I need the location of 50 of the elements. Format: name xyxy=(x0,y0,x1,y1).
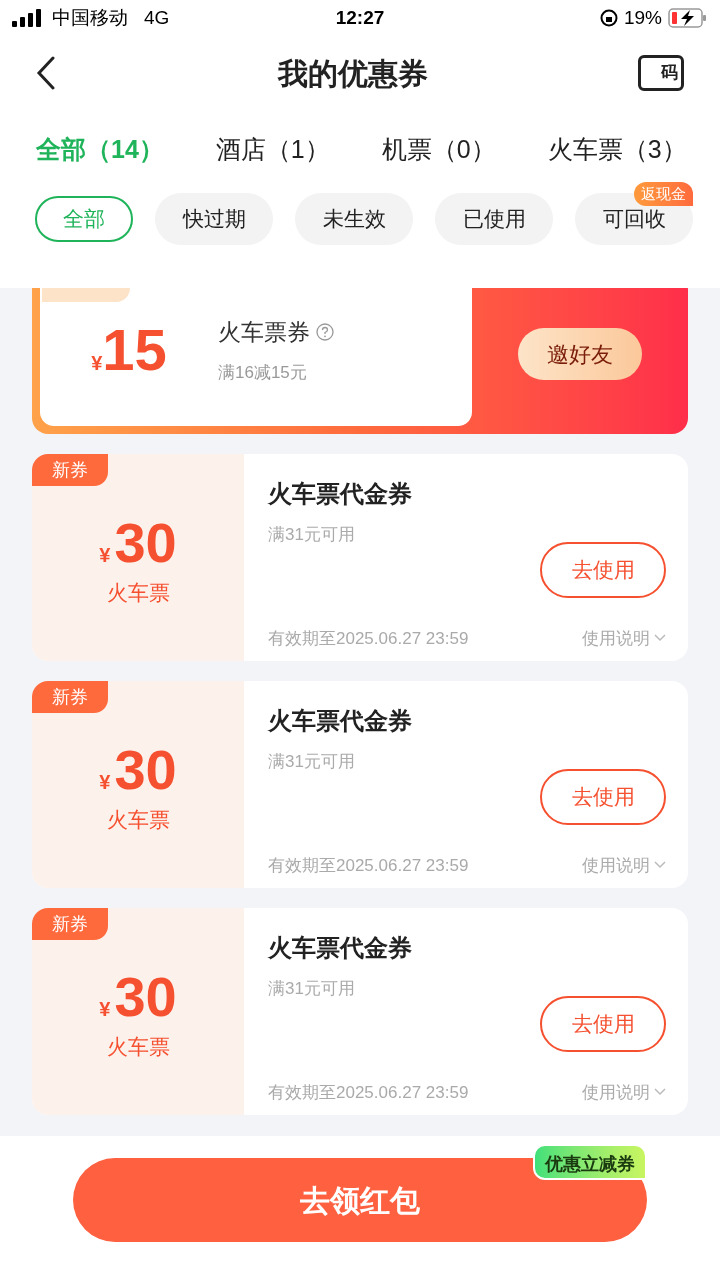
rotation-lock-icon xyxy=(599,9,618,27)
battery-icon xyxy=(668,8,708,28)
category-tab[interactable]: 机票（0） xyxy=(381,131,496,169)
currency-symbol: ¥ xyxy=(99,996,111,1022)
promo-rule: 满16减15元 xyxy=(218,361,308,384)
code-button[interactable]: 码 xyxy=(638,55,684,91)
category-tab[interactable]: 火车票（3） xyxy=(547,131,687,169)
coupon-amount: 30 xyxy=(114,968,177,1025)
coupon-rule: 满31元可用 xyxy=(268,751,356,773)
coupon-amount: 30 xyxy=(114,741,177,798)
category-tab[interactable]: 酒店（1） xyxy=(215,131,330,169)
use-button[interactable]: 去使用 xyxy=(540,995,666,1052)
new-tag: 新券 xyxy=(32,681,108,713)
validity-date: 有效期至2025.06.27 23:59 xyxy=(268,1081,469,1104)
currency-symbol: ¥ xyxy=(99,542,111,568)
use-button[interactable]: 去使用 xyxy=(540,541,666,598)
coupon-title: 火车票代金券 xyxy=(268,479,413,509)
network-type: 4G xyxy=(144,5,170,30)
filter-chip[interactable]: 未生效 xyxy=(295,193,413,245)
coupon-category: 火车票 xyxy=(106,806,170,833)
chevron-down-icon xyxy=(654,1088,666,1097)
currency-symbol: ¥ xyxy=(99,769,111,795)
discount-badge: 优惠立减券 xyxy=(533,1144,647,1180)
coupon-rule: 满31元可用 xyxy=(268,978,356,1000)
page-title: 我的优惠券 xyxy=(278,55,428,92)
help-icon[interactable] xyxy=(316,323,334,342)
invite-button[interactable]: 邀好友 xyxy=(518,328,642,380)
carrier-name: 中国移动 xyxy=(52,5,128,30)
validity-date: 有效期至2025.06.27 23:59 xyxy=(268,627,469,650)
currency-symbol: ¥ xyxy=(91,352,103,376)
coupon-title: 火车票代金券 xyxy=(268,706,413,736)
coupon-rule: 满31元可用 xyxy=(268,524,356,546)
coupon-title: 火车票代金券 xyxy=(268,933,413,963)
filter-chip[interactable]: 快过期 xyxy=(155,193,273,245)
promo-name: 火车票券 xyxy=(218,318,310,347)
validity-date: 有效期至2025.06.27 23:59 xyxy=(268,854,469,877)
cashback-badge: 返现金 xyxy=(634,182,693,206)
filter-chip[interactable]: 已使用 xyxy=(435,193,553,245)
signal-icon xyxy=(12,9,44,27)
coupon-category: 火车票 xyxy=(106,579,170,606)
chevron-down-icon xyxy=(654,861,666,870)
chevron-down-icon xyxy=(654,634,666,643)
promo-amount: 15 xyxy=(102,321,167,379)
clock: 12:27 xyxy=(334,5,386,30)
coupon-amount: 30 xyxy=(114,514,177,571)
battery-percent: 19% xyxy=(623,5,662,30)
use-button[interactable]: 去使用 xyxy=(540,768,666,825)
new-tag: 新券 xyxy=(32,908,108,940)
new-tag: 新券 xyxy=(32,454,108,486)
coupon-category: 火车票 xyxy=(106,1033,170,1060)
